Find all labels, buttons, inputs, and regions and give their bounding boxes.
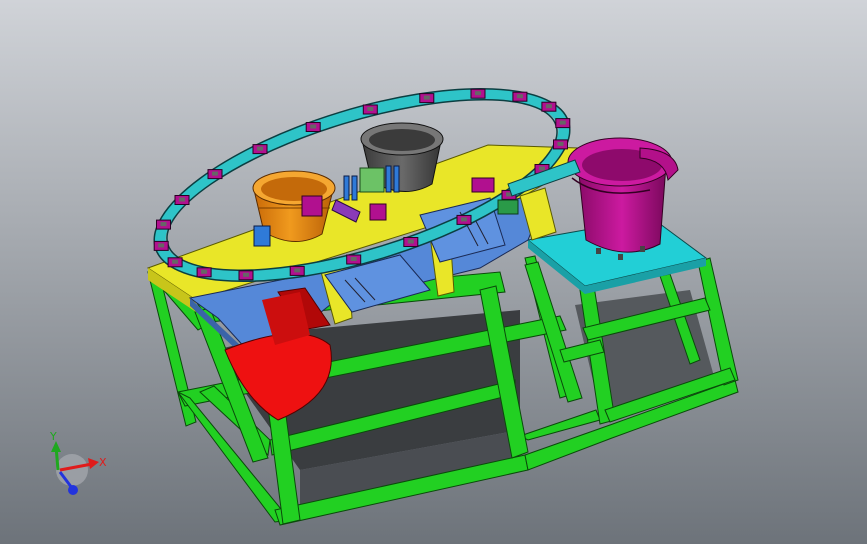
conveyor-fixture-clamp (212, 171, 218, 176)
linear-feeder-block (497, 199, 519, 215)
conveyor-fixture-clamp (559, 120, 566, 125)
triad-y-label: Y (49, 430, 57, 443)
magenta-gripper-left (301, 195, 323, 217)
conveyor-fixture-clamp (367, 107, 374, 111)
conveyor-fixture-clamp (310, 124, 317, 129)
gray-bowl-inner (369, 129, 435, 151)
conveyor-fixture-clamp (160, 222, 167, 227)
conveyor-fixture-clamp (475, 91, 481, 96)
conveyor-fixture-clamp (350, 257, 357, 261)
magenta-gripper-mid (369, 203, 387, 221)
conveyor-fixture-clamp (461, 217, 467, 222)
conveyor-fixture-clamp (294, 268, 301, 273)
conveyor-fixture-clamp (243, 272, 249, 277)
green-block (359, 167, 385, 193)
conveyor-fixture-clamp (539, 166, 545, 171)
conveyor-fixture-clamp (257, 146, 263, 151)
triad-z-tip (68, 485, 78, 495)
conveyor-fixture-clamp (545, 104, 552, 109)
conveyor-fixture-clamp (201, 269, 208, 274)
conveyor-fixture-clamp (179, 197, 185, 202)
magenta-gripper-right (471, 177, 495, 193)
conveyor-fixture-clamp (557, 141, 564, 146)
cad-viewport[interactable]: Y X (0, 0, 867, 544)
conveyor-fixture-clamp (423, 95, 430, 100)
conveyor-fixture-clamp (516, 94, 523, 99)
assembly-3d-view[interactable]: Y X (0, 0, 867, 544)
conveyor-fixture-clamp (407, 239, 414, 244)
triad-x-label: X (99, 456, 107, 469)
blue-gripper-left (253, 225, 271, 247)
conveyor-fixture-clamp (172, 259, 179, 264)
conveyor-fixture-clamp (158, 243, 165, 248)
